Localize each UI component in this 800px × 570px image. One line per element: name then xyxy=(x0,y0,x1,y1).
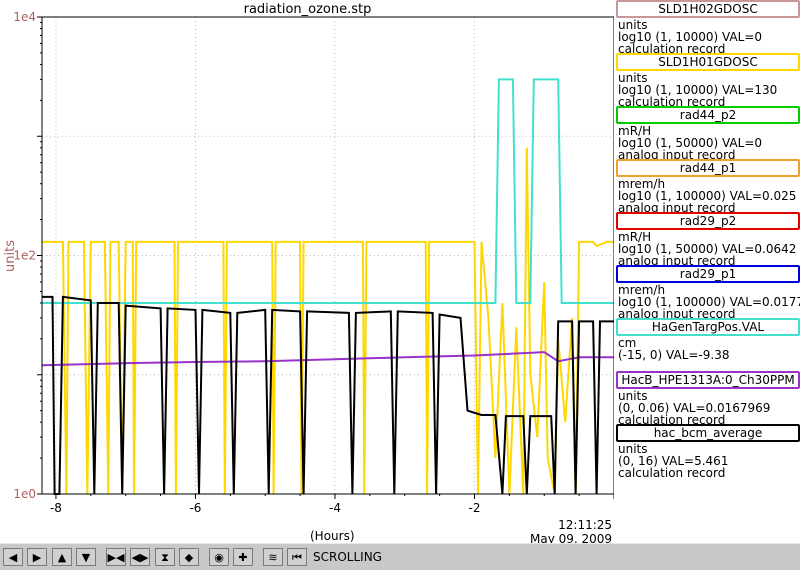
scroll-down-button[interactable]: ▼ xyxy=(76,548,96,566)
x-tick-label: -2 xyxy=(469,501,481,515)
legend-entry[interactable]: SLD1H02GDOSC units log10 (1, 10000) VAL=0 c… xyxy=(614,0,800,56)
y-tick-label: 1e4 xyxy=(13,10,36,24)
x-axis-label: (Hours) xyxy=(310,529,355,543)
series-line xyxy=(41,351,614,367)
legend-entry[interactable]: rad44_p2 mR/H log10 (1, 50000) VAL=0 analog… xyxy=(614,106,800,162)
legend-channel-name[interactable]: SLD1H01GDOSC xyxy=(616,53,800,71)
zoom-in-x-icon: ▶◀ xyxy=(107,550,125,564)
x-tick-label: -4 xyxy=(329,501,341,515)
zoom-out-y-icon: ◆ xyxy=(184,550,194,564)
legend-channel-name[interactable]: HaGenTargPos.VAL xyxy=(616,318,800,336)
legend-entry[interactable]: SLD1H01GDOSC units log10 (1, 10000) VAL=13… xyxy=(614,53,800,109)
autoscale-button[interactable]: ◉ xyxy=(209,548,229,566)
legend-entry[interactable]: HacB_HPE1313A:0_Ch30PPM units (0, 0.06) VA… xyxy=(614,371,800,427)
y-axis-label: units xyxy=(3,240,18,272)
scroll-left-button[interactable]: ◀ xyxy=(3,548,23,566)
zoom-out-x-button[interactable]: ◀▶ xyxy=(130,548,150,566)
stripchart-button[interactable]: ≋ xyxy=(263,548,283,566)
legend-entry[interactable]: rad29_p2 mR/H log10 (1, 50000) VAL=0.0642 a… xyxy=(614,212,800,268)
zoom-out-x-icon: ◀▶ xyxy=(131,550,149,564)
chart-canvas: -8 -6 -4 -21e01e21e4 units xyxy=(3,10,614,515)
status-label: SCROLLING xyxy=(313,550,382,564)
scroll-up-button[interactable]: ▲ xyxy=(52,548,72,566)
x-tick-label: -6 xyxy=(189,501,201,515)
toolbar: ◀ ▶ ▲ ▼ ▶◀ ◀▶ ⧗ ◆ ◉ ✚ ≋ ⏮ SCROLLING xyxy=(0,543,800,570)
waveform-icon: ≋ xyxy=(268,550,278,564)
legend-channel-name[interactable]: rad44_p2 xyxy=(616,106,800,124)
legend-entry[interactable]: HaGenTargPos.VAL cm (-15, 0) VAL=-9.38 xyxy=(614,318,800,371)
add-channel-button[interactable]: ✚ xyxy=(233,548,253,566)
legend-entry[interactable]: rad29_p1 mrem/h log10 (1, 100000) VAL=0.01… xyxy=(614,265,800,321)
legend-panel: SLD1H02GDOSC units log10 (1, 10000) VAL=0 c… xyxy=(614,0,800,480)
scroll-right-button[interactable]: ▶ xyxy=(27,548,47,566)
legend-entry[interactable]: rad44_p1 mrem/h log10 (1, 100000) VAL=0.02… xyxy=(614,159,800,215)
x-axis-end-time: 12:11:25 xyxy=(558,518,613,532)
legend-channel-name[interactable]: rad29_p2 xyxy=(616,212,800,230)
zoom-in-y-button[interactable]: ⧗ xyxy=(155,548,175,566)
plus-icon: ✚ xyxy=(238,550,248,564)
zoom-out-y-button[interactable]: ◆ xyxy=(179,548,199,566)
arrow-left-icon: ◀ xyxy=(8,550,18,564)
jump-end-icon: ⏮ xyxy=(292,550,302,564)
x-tick-label: -8 xyxy=(50,501,62,515)
arrow-right-icon: ▶ xyxy=(32,550,42,564)
zoom-in-y-icon: ⧗ xyxy=(161,550,169,564)
target-icon: ◉ xyxy=(214,550,224,564)
legend-entry[interactable]: hac_bcm_average units (0, 16) VAL=5.461 cal… xyxy=(614,424,800,480)
legend-channel-name[interactable]: HacB_HPE1313A:0_Ch30PPM xyxy=(616,371,800,389)
legend-channel-name[interactable]: SLD1H02GDOSC xyxy=(616,0,800,18)
legend-channel-name[interactable]: rad29_p1 xyxy=(616,265,800,283)
series-line xyxy=(42,295,614,495)
legend-channel-name[interactable]: hac_bcm_average xyxy=(616,424,800,442)
x-axis-end-date: 12:11:25 May 09, 2009 xyxy=(530,518,612,546)
series-lines xyxy=(41,78,614,495)
legend-range: (-15, 0) VAL=-9.38 xyxy=(618,348,730,362)
legend-rtype: calculation record xyxy=(618,466,726,480)
arrow-up-icon: ▲ xyxy=(57,550,67,564)
zoom-in-x-button[interactable]: ▶◀ xyxy=(106,548,126,566)
arrow-down-icon: ▼ xyxy=(81,550,91,564)
y-tick-label: 1e0 xyxy=(13,487,36,501)
legend-channel-name[interactable]: rad44_p1 xyxy=(616,159,800,177)
jump-to-now-button[interactable]: ⏮ xyxy=(287,548,307,566)
